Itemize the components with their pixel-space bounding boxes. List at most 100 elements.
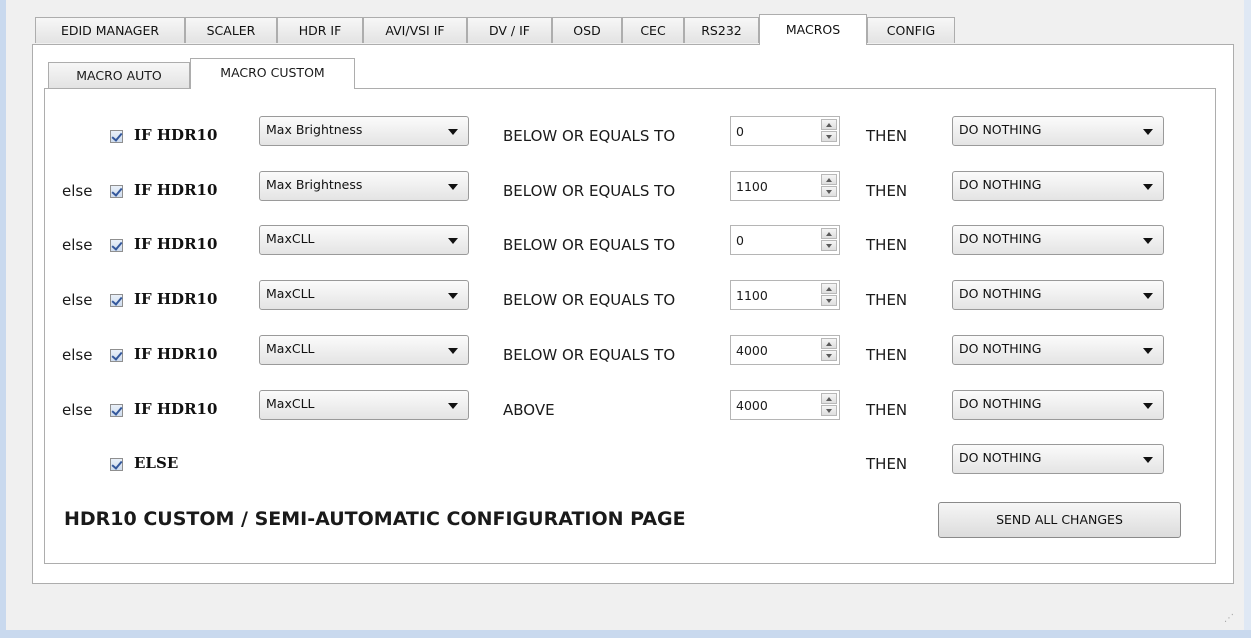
action-select-value: DO NOTHING [959, 450, 1042, 465]
rule-enable-checkbox[interactable] [110, 404, 123, 417]
comparator-label: ABOVE [503, 401, 555, 419]
comparator-label: BELOW OR EQUALS TO [503, 346, 676, 364]
parameter-select-value: MaxCLL [266, 231, 315, 246]
macro-custom-panel [44, 88, 1216, 564]
threshold-value: 0 [736, 124, 744, 139]
action-select[interactable]: DO NOTHING [952, 171, 1164, 201]
tab-hdr-if[interactable]: HDR IF [277, 17, 363, 43]
parameter-select-value: MaxCLL [266, 396, 315, 411]
action-select[interactable]: DO NOTHING [952, 280, 1164, 310]
tab-config[interactable]: CONFIG [867, 17, 955, 43]
then-label: THEN [866, 127, 908, 145]
rule-enable-checkbox[interactable] [110, 185, 123, 198]
rule-enable-checkbox[interactable] [110, 239, 123, 252]
action-select[interactable]: DO NOTHING [952, 335, 1164, 365]
chevron-down-icon [1143, 293, 1153, 299]
tab-edid-manager[interactable]: EDID MANAGER [35, 17, 185, 43]
action-select[interactable]: DO NOTHING [952, 390, 1164, 420]
chevron-down-icon [448, 293, 458, 299]
condition-label: IF HDR10 [134, 126, 218, 144]
else-label: else [62, 236, 93, 254]
action-select-value: DO NOTHING [959, 177, 1042, 192]
comparator-label: BELOW OR EQUALS TO [503, 182, 676, 200]
tab-macro-auto[interactable]: MACRO AUTO [48, 62, 190, 88]
action-select-value: DO NOTHING [959, 341, 1042, 356]
parameter-select-value: Max Brightness [266, 177, 363, 192]
tab-cec[interactable]: CEC [622, 17, 684, 43]
tab-macro-custom[interactable]: MACRO CUSTOM [190, 58, 355, 89]
tab-osd[interactable]: OSD [552, 17, 622, 43]
spin-up-icon[interactable] [821, 174, 837, 185]
condition-label: IF HDR10 [134, 235, 218, 253]
tab-scaler[interactable]: SCALER [185, 17, 277, 43]
else-label: else [62, 346, 93, 364]
chevron-down-icon [448, 348, 458, 354]
parameter-select[interactable]: Max Brightness [259, 171, 469, 201]
parameter-select-value: MaxCLL [266, 286, 315, 301]
then-label: THEN [866, 291, 908, 309]
parameter-select-value: Max Brightness [266, 122, 363, 137]
tab-dv-if[interactable]: DV / IF [467, 17, 552, 43]
chevron-down-icon [448, 184, 458, 190]
condition-label: IF HDR10 [134, 290, 218, 308]
chevron-down-icon [1143, 184, 1153, 190]
chevron-down-icon [1143, 129, 1153, 135]
chevron-down-icon [1143, 457, 1153, 463]
action-select[interactable]: DO NOTHING [952, 225, 1164, 255]
else-enable-checkbox[interactable] [110, 458, 123, 471]
tab-macros[interactable]: MACROS [759, 14, 867, 45]
spin-up-icon[interactable] [821, 338, 837, 349]
threshold-spinbox[interactable]: 4000 [730, 335, 840, 365]
rule-enable-checkbox[interactable] [110, 349, 123, 362]
spin-down-icon[interactable] [821, 186, 837, 197]
spin-down-icon[interactable] [821, 405, 837, 416]
parameter-select[interactable]: MaxCLL [259, 280, 469, 310]
else-label: else [62, 182, 93, 200]
send-all-changes-button[interactable]: SEND ALL CHANGES [938, 502, 1181, 538]
tab-avi-vsi-if[interactable]: AVI/VSI IF [363, 17, 467, 43]
spin-down-icon[interactable] [821, 350, 837, 361]
parameter-select[interactable]: Max Brightness [259, 116, 469, 146]
spin-up-icon[interactable] [821, 119, 837, 130]
action-select-value: DO NOTHING [959, 231, 1042, 246]
action-select-value: DO NOTHING [959, 122, 1042, 137]
condition-label: IF HDR10 [134, 181, 218, 199]
parameter-select[interactable]: MaxCLL [259, 225, 469, 255]
else-action-select[interactable]: DO NOTHING [952, 444, 1164, 474]
threshold-spinbox[interactable]: 4000 [730, 390, 840, 420]
spin-down-icon[interactable] [821, 131, 837, 142]
rule-enable-checkbox[interactable] [110, 130, 123, 143]
threshold-spinbox[interactable]: 1100 [730, 280, 840, 310]
window-frame-left [0, 0, 6, 638]
action-select-value: DO NOTHING [959, 396, 1042, 411]
threshold-spinbox[interactable]: 1100 [730, 171, 840, 201]
spin-up-icon[interactable] [821, 393, 837, 404]
parameter-select[interactable]: MaxCLL [259, 390, 469, 420]
chevron-down-icon [1143, 348, 1153, 354]
window-frame-bottom [0, 630, 1251, 638]
then-label: THEN [866, 455, 908, 473]
tab-rs232[interactable]: RS232 [684, 17, 759, 43]
else-label: else [62, 401, 93, 419]
chevron-down-icon [448, 238, 458, 244]
threshold-spinbox[interactable]: 0 [730, 225, 840, 255]
chevron-down-icon [448, 129, 458, 135]
parameter-select[interactable]: MaxCLL [259, 335, 469, 365]
action-select[interactable]: DO NOTHING [952, 116, 1164, 146]
window-frame-right [1244, 0, 1251, 638]
then-label: THEN [866, 346, 908, 364]
resize-grip-icon[interactable]: ⋰ [1224, 613, 1234, 624]
comparator-label: BELOW OR EQUALS TO [503, 127, 676, 145]
spin-down-icon[interactable] [821, 295, 837, 306]
page-title: HDR10 CUSTOM / SEMI-AUTOMATIC CONFIGURAT… [64, 508, 686, 530]
threshold-spinbox[interactable]: 0 [730, 116, 840, 146]
chevron-down-icon [448, 403, 458, 409]
rule-enable-checkbox[interactable] [110, 294, 123, 307]
spin-down-icon[interactable] [821, 240, 837, 251]
threshold-value: 4000 [736, 398, 768, 413]
then-label: THEN [866, 236, 908, 254]
condition-label: IF HDR10 [134, 345, 218, 363]
spin-up-icon[interactable] [821, 283, 837, 294]
chevron-down-icon [1143, 238, 1153, 244]
spin-up-icon[interactable] [821, 228, 837, 239]
